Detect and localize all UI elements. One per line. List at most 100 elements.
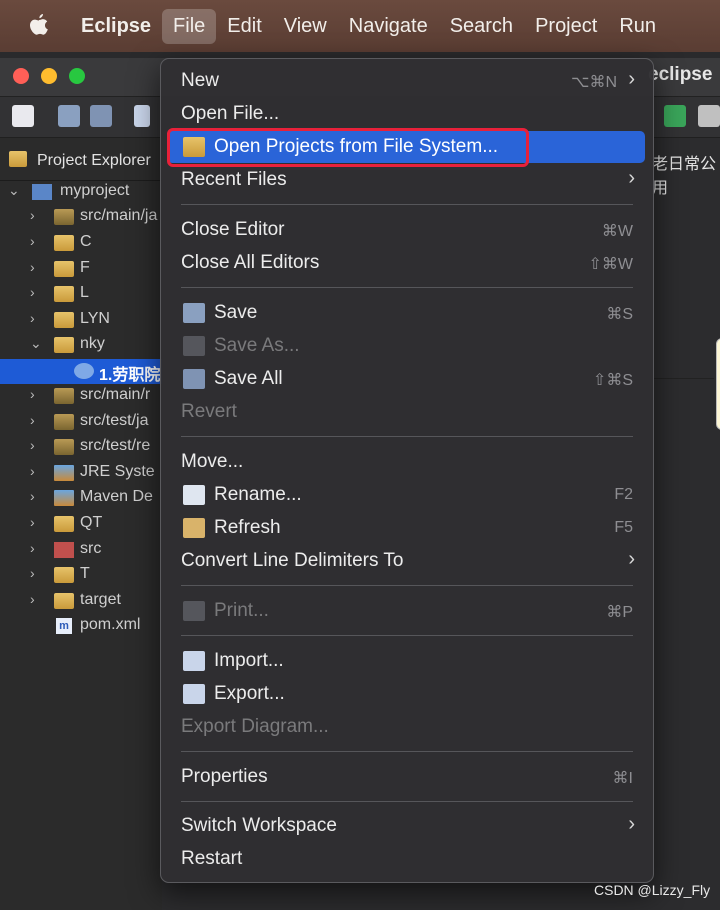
menu-item-restart[interactable]: Restart: [167, 843, 645, 875]
tree-item-selected[interactable]: 1.劳职院: [0, 359, 162, 384]
tree-item[interactable]: › QT: [0, 512, 162, 537]
menu-item-move[interactable]: Move...: [167, 446, 645, 478]
tree-item-label: F: [80, 259, 90, 276]
tree-item-myproject[interactable]: ⌄ myproject: [0, 180, 162, 205]
tree-item[interactable]: › src/test/ja: [0, 410, 162, 435]
menu-item-save-as[interactable]: Save As...: [167, 330, 645, 362]
chevron-right-icon[interactable]: ›: [30, 591, 35, 607]
menu-item-revert[interactable]: Revert: [167, 396, 645, 428]
menu-item-close-editor[interactable]: Close Editor ⌘W: [167, 214, 645, 246]
menu-separator: [181, 436, 633, 437]
close-window-button[interactable]: [13, 68, 29, 84]
source-folder-icon: [54, 414, 74, 430]
minimize-window-button[interactable]: [41, 68, 57, 84]
tree-item[interactable]: › C: [0, 231, 162, 256]
menu-item-rename[interactable]: Rename... F2: [167, 479, 645, 511]
menu-navigate[interactable]: Navigate: [338, 9, 439, 44]
menu-item-print[interactable]: Print... ⌘P: [167, 595, 645, 627]
tree-item[interactable]: › src/main/ja: [0, 205, 162, 230]
tree-item[interactable]: › LYN: [0, 308, 162, 333]
diagram-node[interactable]: [716, 338, 720, 430]
library-icon: [54, 490, 74, 506]
chevron-right-icon[interactable]: ›: [30, 565, 35, 581]
submenu-arrow-icon: ›: [628, 167, 635, 189]
folder-icon: [54, 235, 74, 251]
tree-item-label: src: [80, 540, 102, 557]
tree-item[interactable]: › src: [0, 538, 162, 563]
terminal-icon[interactable]: [134, 105, 150, 127]
diagram-file-icon: [74, 363, 94, 379]
save-as-icon: [183, 336, 205, 356]
menu-item-switch-workspace[interactable]: Switch Workspace ›: [167, 810, 645, 842]
tree-item-label: Maven De: [80, 488, 153, 505]
chevron-right-icon[interactable]: ›: [30, 386, 35, 402]
tab-project-explorer[interactable]: Project Explorer: [0, 142, 162, 181]
tree-item-label: src/test/ja: [80, 412, 149, 429]
run-icon[interactable]: [664, 105, 686, 127]
chevron-right-icon[interactable]: ›: [30, 540, 35, 556]
menu-search[interactable]: Search: [439, 9, 524, 44]
chevron-down-icon[interactable]: ⌄: [8, 182, 20, 199]
new-wizard-icon[interactable]: [12, 105, 34, 127]
menu-separator: [181, 635, 633, 636]
submenu-arrow-icon: ›: [628, 68, 635, 90]
chevron-right-icon[interactable]: ›: [30, 284, 35, 300]
menu-item-recent-files[interactable]: Recent Files ›: [167, 164, 645, 196]
tree-item[interactable]: ⌄ nky: [0, 333, 162, 358]
zoom-window-button[interactable]: [69, 68, 85, 84]
tree-item[interactable]: › src/main/r: [0, 384, 162, 409]
tree-item[interactable]: › target: [0, 589, 162, 614]
chevron-right-icon[interactable]: ›: [30, 514, 35, 530]
menu-project[interactable]: Project: [524, 9, 608, 44]
chevron-right-icon[interactable]: ›: [30, 463, 35, 479]
menu-item-new[interactable]: New ⌥⌘N ›: [167, 65, 645, 97]
menu-item-close-all-editors[interactable]: Close All Editors ⇧⌘W: [167, 247, 645, 279]
menu-item-convert-line-delimiters[interactable]: Convert Line Delimiters To ›: [167, 545, 645, 577]
chevron-right-icon[interactable]: ›: [30, 488, 35, 504]
chevron-right-icon[interactable]: ›: [30, 310, 35, 326]
save-icon[interactable]: [58, 105, 80, 127]
shortcut-label: ⌘I: [612, 770, 633, 787]
chevron-right-icon[interactable]: ›: [30, 259, 35, 275]
shortcut-label: ⇧⌘S: [592, 372, 633, 389]
chevron-right-icon[interactable]: ›: [30, 207, 35, 223]
tree-item[interactable]: › src/test/re: [0, 435, 162, 460]
menu-item-save-all[interactable]: Save All ⇧⌘S: [167, 363, 645, 395]
menu-item-import[interactable]: Import...: [167, 645, 645, 677]
menu-item-export[interactable]: Export...: [167, 678, 645, 710]
menu-item-label: Save: [214, 302, 258, 323]
apple-icon[interactable]: [28, 13, 50, 39]
menu-view[interactable]: View: [273, 9, 338, 44]
menu-item-export-diagram[interactable]: Export Diagram...: [167, 711, 645, 743]
tree-item[interactable]: › Maven De: [0, 486, 162, 511]
save-all-icon[interactable]: [90, 105, 112, 127]
menu-file[interactable]: File: [162, 8, 217, 44]
tree-item[interactable]: m pom.xml: [0, 614, 162, 639]
menu-item-label: Print...: [214, 600, 269, 621]
menu-eclipse[interactable]: Eclipse: [70, 9, 162, 44]
project-explorer-title: Project Explorer: [37, 152, 151, 169]
menu-item-save[interactable]: Save ⌘S: [167, 297, 645, 329]
tree-item[interactable]: › F: [0, 257, 162, 282]
menu-run[interactable]: Run: [608, 9, 667, 44]
tree-item-label: src/main/r: [80, 386, 151, 403]
tree-item[interactable]: › JRE Syste: [0, 461, 162, 486]
error-folder-icon: [54, 542, 74, 558]
tree-item[interactable]: › L: [0, 282, 162, 307]
tool-icon[interactable]: [698, 105, 720, 127]
tree-item-label: target: [80, 591, 121, 608]
chevron-down-icon[interactable]: ⌄: [30, 335, 42, 352]
chevron-right-icon[interactable]: ›: [30, 233, 35, 249]
tree-item[interactable]: › T: [0, 563, 162, 588]
tree-item-label: T: [80, 565, 90, 582]
chevron-right-icon[interactable]: ›: [30, 437, 35, 453]
rename-icon: [183, 485, 205, 505]
chevron-right-icon[interactable]: ›: [30, 412, 35, 428]
editor-tab-label[interactable]: 老日常公用: [652, 150, 720, 198]
menu-item-properties[interactable]: Properties ⌘I: [167, 761, 645, 793]
menu-edit[interactable]: Edit: [216, 9, 272, 44]
menu-separator: [181, 585, 633, 586]
library-icon: [54, 465, 74, 481]
menu-item-refresh[interactable]: Refresh F5: [167, 512, 645, 544]
menu-item-open-file[interactable]: Open File...: [167, 98, 645, 130]
